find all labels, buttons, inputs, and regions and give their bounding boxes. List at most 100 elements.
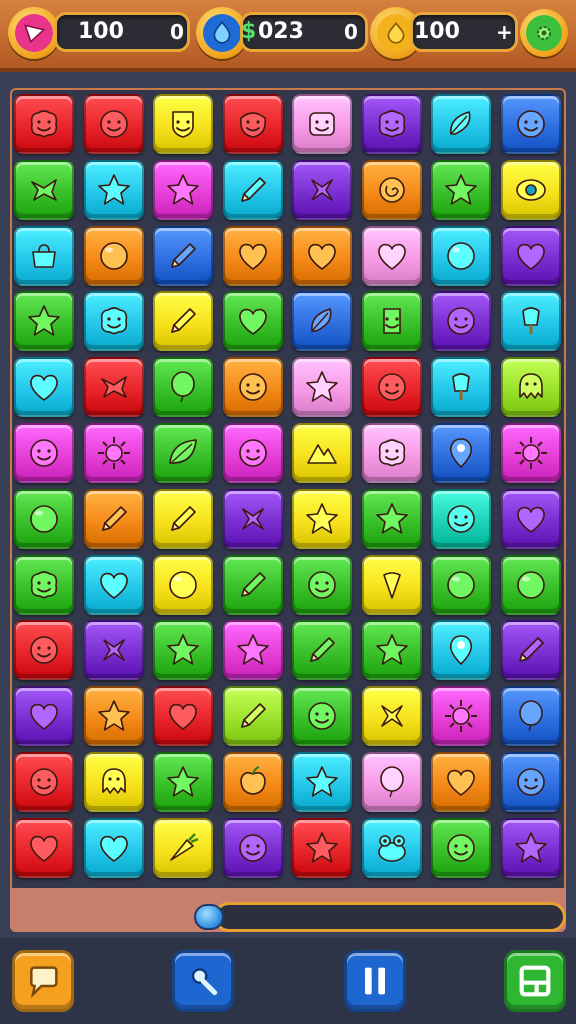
tile-octopus[interactable] bbox=[83, 752, 144, 812]
tile-octopus[interactable] bbox=[500, 357, 561, 418]
tile-heart[interactable] bbox=[14, 817, 74, 878]
tile-cross[interactable] bbox=[292, 159, 352, 220]
tile-sun[interactable] bbox=[431, 686, 491, 747]
tile-ball[interactable] bbox=[14, 488, 74, 549]
tile-heart[interactable] bbox=[500, 488, 561, 549]
tile-square-face[interactable] bbox=[292, 94, 352, 154]
tile-star[interactable] bbox=[14, 291, 74, 352]
tile-round-face[interactable] bbox=[292, 554, 352, 615]
tile-ball[interactable] bbox=[431, 225, 491, 286]
tile-heart[interactable] bbox=[222, 291, 283, 352]
tile-bow[interactable] bbox=[83, 357, 144, 418]
chat-button[interactable] bbox=[12, 950, 74, 1012]
tile-pencil[interactable] bbox=[153, 225, 213, 286]
tile-star[interactable] bbox=[153, 620, 213, 681]
tile-pencil[interactable] bbox=[153, 488, 213, 549]
tile-heart[interactable] bbox=[431, 752, 491, 812]
tile-round-face[interactable] bbox=[14, 752, 74, 812]
tile-pencil[interactable] bbox=[222, 159, 283, 220]
tile-heart[interactable] bbox=[14, 686, 74, 747]
tile-star[interactable] bbox=[431, 159, 491, 220]
tile-leaf[interactable] bbox=[153, 423, 213, 483]
tile-pencil[interactable] bbox=[222, 554, 283, 615]
tile-mountain[interactable] bbox=[292, 423, 352, 483]
tile-blob-face[interactable] bbox=[361, 423, 422, 483]
tile-pencil[interactable] bbox=[222, 686, 283, 747]
tile-ball[interactable] bbox=[431, 554, 491, 615]
tile-cone[interactable] bbox=[361, 554, 422, 615]
tile-round-face[interactable] bbox=[431, 488, 491, 549]
tile-bow[interactable] bbox=[14, 159, 74, 220]
tile-sun[interactable] bbox=[500, 423, 561, 483]
tile-star[interactable] bbox=[153, 159, 213, 220]
tile-feather[interactable] bbox=[431, 94, 491, 154]
tile-balloon[interactable] bbox=[500, 686, 561, 747]
tile-star[interactable] bbox=[292, 357, 352, 418]
tile-pencil[interactable] bbox=[83, 488, 144, 549]
tile-round-face[interactable] bbox=[14, 423, 74, 483]
tile-cross[interactable] bbox=[222, 488, 283, 549]
tile-star[interactable] bbox=[361, 488, 422, 549]
tile-round-face[interactable] bbox=[431, 291, 491, 352]
tile-star[interactable] bbox=[292, 488, 352, 549]
tile-pin[interactable] bbox=[431, 423, 491, 483]
tile-pencil[interactable] bbox=[292, 620, 352, 681]
tile-ball[interactable] bbox=[83, 225, 144, 286]
tile-pencil[interactable] bbox=[500, 620, 561, 681]
tile-star[interactable] bbox=[292, 817, 352, 878]
tile-heart[interactable] bbox=[83, 817, 144, 878]
tile-star[interactable] bbox=[83, 159, 144, 220]
hint-button[interactable] bbox=[172, 950, 234, 1012]
tile-heart[interactable] bbox=[361, 225, 422, 286]
tile-star[interactable] bbox=[153, 752, 213, 812]
tile-heart[interactable] bbox=[14, 357, 74, 418]
tile-carrot[interactable] bbox=[153, 817, 213, 878]
tile-bag[interactable] bbox=[14, 225, 74, 286]
tile-round-face[interactable] bbox=[83, 94, 144, 154]
tile-ball[interactable] bbox=[500, 554, 561, 615]
tile-pencil[interactable] bbox=[153, 291, 213, 352]
tile-round-face[interactable] bbox=[222, 423, 283, 483]
tile-blob-face[interactable] bbox=[14, 94, 74, 154]
tile-pin[interactable] bbox=[431, 620, 491, 681]
tile-round-face[interactable] bbox=[222, 357, 283, 418]
tile-round-face[interactable] bbox=[500, 94, 561, 154]
tile-heart[interactable] bbox=[222, 225, 283, 286]
tile-balloon[interactable] bbox=[361, 752, 422, 812]
tile-popsicle[interactable] bbox=[500, 291, 561, 352]
tile-heart[interactable] bbox=[500, 225, 561, 286]
tile-star[interactable] bbox=[222, 620, 283, 681]
tile-totem[interactable] bbox=[361, 291, 422, 352]
tile-star[interactable] bbox=[361, 620, 422, 681]
tile-round-face[interactable] bbox=[361, 357, 422, 418]
tile-ball[interactable] bbox=[153, 554, 213, 615]
tile-frog[interactable] bbox=[361, 817, 422, 878]
tile-heart[interactable] bbox=[83, 554, 144, 615]
tile-round-face[interactable] bbox=[500, 752, 561, 812]
tile-shield-face[interactable] bbox=[153, 94, 213, 154]
tile-eye[interactable] bbox=[500, 159, 561, 220]
tile-heart[interactable] bbox=[292, 225, 352, 286]
tile-apple[interactable] bbox=[222, 752, 283, 812]
tile-popsicle[interactable] bbox=[431, 357, 491, 418]
tile-star[interactable] bbox=[500, 817, 561, 878]
tile-star[interactable] bbox=[83, 686, 144, 747]
tile-round-face[interactable] bbox=[222, 817, 283, 878]
tile-round-face[interactable] bbox=[292, 686, 352, 747]
tile-cross[interactable] bbox=[361, 686, 422, 747]
menu-button[interactable] bbox=[504, 950, 566, 1012]
tile-blob-face[interactable] bbox=[14, 554, 74, 615]
tile-sun[interactable] bbox=[83, 423, 144, 483]
tile-heart[interactable] bbox=[153, 686, 213, 747]
tile-grin-face[interactable] bbox=[222, 94, 283, 154]
moves-badge[interactable] bbox=[8, 7, 60, 59]
tile-feather[interactable] bbox=[292, 291, 352, 352]
tile-star[interactable] bbox=[292, 752, 352, 812]
tile-cross[interactable] bbox=[83, 620, 144, 681]
settings-badge[interactable] bbox=[520, 9, 568, 57]
tile-round-face[interactable] bbox=[14, 620, 74, 681]
tile-blob-face[interactable] bbox=[361, 94, 422, 154]
pause-button[interactable] bbox=[344, 950, 406, 1012]
tile-blob-face[interactable] bbox=[83, 291, 144, 352]
tile-balloon[interactable] bbox=[153, 357, 213, 418]
